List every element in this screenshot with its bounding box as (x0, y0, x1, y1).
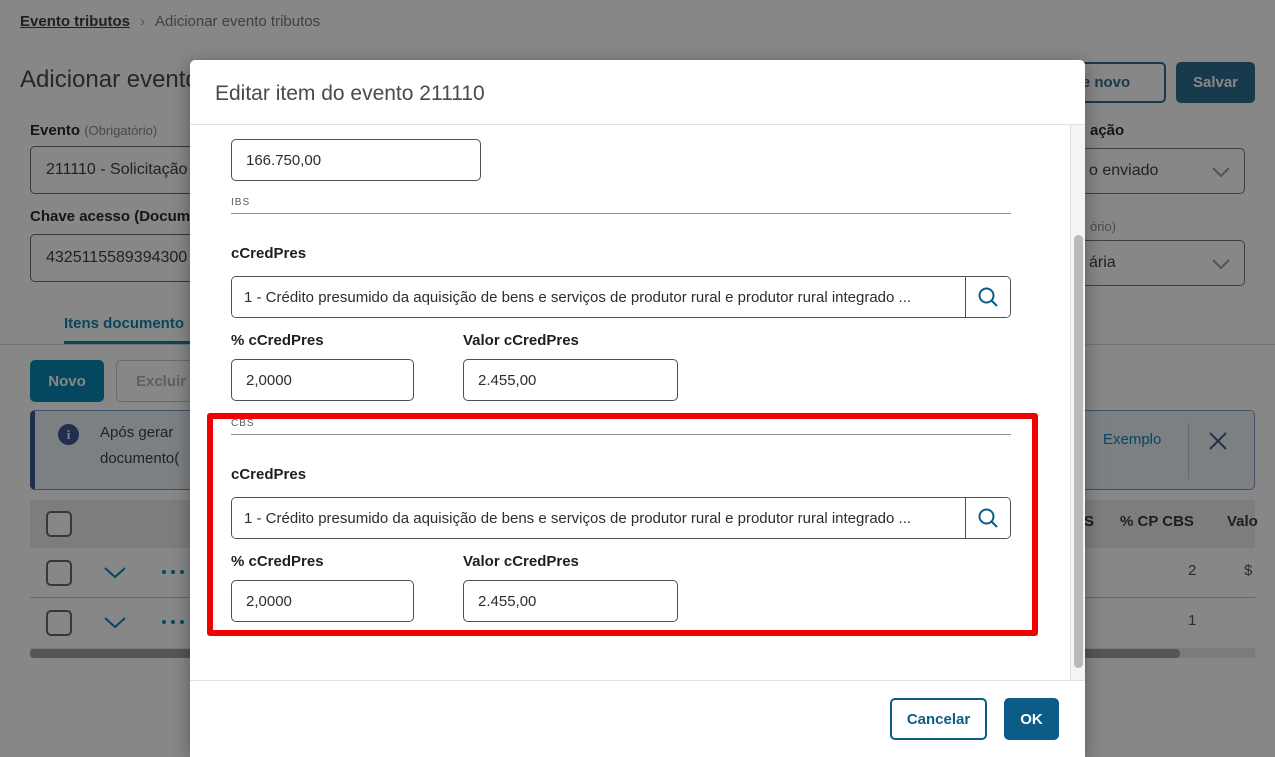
cbs-group-label: CBS (231, 418, 255, 429)
ibs-search-button[interactable] (965, 277, 1010, 317)
cbs-group-rule (231, 434, 1011, 435)
modal-header-divider (190, 124, 1085, 125)
ibs-valor-label: Valor cCredPres (463, 332, 579, 349)
edit-item-modal: Editar item do evento 211110 IBS cCredPr… (190, 60, 1085, 757)
cbs-valor-input[interactable] (463, 580, 678, 622)
ibs-ccredpres-lookup (231, 276, 1011, 318)
ibs-group-label: IBS (231, 197, 250, 208)
cbs-ccredpres-label: cCredPres (231, 466, 306, 483)
search-icon (977, 286, 999, 308)
modal-scrollbar-track[interactable] (1070, 125, 1085, 680)
cbs-valor-label: Valor cCredPres (463, 553, 579, 570)
cbs-ccredpres-lookup (231, 497, 1011, 539)
ibs-percent-label: % cCredPres (231, 332, 324, 349)
cancel-label: Cancelar (907, 711, 970, 728)
ibs-percent-input[interactable] (231, 359, 414, 401)
cbs-percent-input[interactable] (231, 580, 414, 622)
ok-label: OK (1020, 711, 1043, 728)
modal-title: Editar item do evento 211110 (215, 82, 485, 106)
cbs-search-button[interactable] (965, 498, 1010, 538)
top-value-input[interactable] (231, 139, 481, 181)
ibs-group-rule (231, 213, 1011, 214)
cbs-ccredpres-input[interactable] (232, 498, 965, 538)
ibs-ccredpres-label: cCredPres (231, 245, 306, 262)
modal-footer-divider (190, 680, 1085, 681)
ok-button[interactable]: OK (1004, 698, 1059, 740)
ibs-valor-input[interactable] (463, 359, 678, 401)
ibs-ccredpres-input[interactable] (232, 277, 965, 317)
search-icon (977, 507, 999, 529)
cancel-button[interactable]: Cancelar (890, 698, 987, 740)
screen: Evento tributos › Adicionar evento tribu… (0, 0, 1275, 757)
modal-scrollbar-thumb[interactable] (1074, 235, 1083, 668)
cbs-percent-label: % cCredPres (231, 553, 324, 570)
